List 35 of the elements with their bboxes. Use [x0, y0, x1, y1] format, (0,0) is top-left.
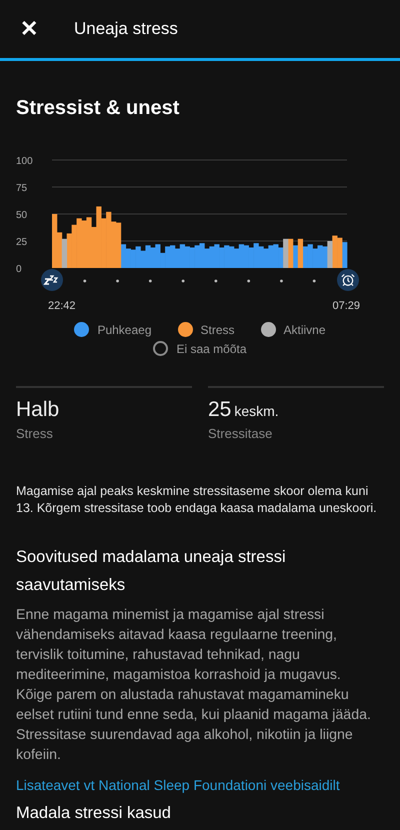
alarm-clock-icon — [342, 274, 354, 286]
website-link[interactable]: Lisateavet vt National Sleep Foundationi veebisaidilt — [16, 777, 384, 793]
timeline-dot — [148, 280, 152, 282]
stat-value: Halb — [16, 398, 60, 422]
timeline-dot — [182, 280, 184, 282]
legend-label: Aktiivne — [284, 322, 326, 336]
section-title: Stressist & unest — [16, 97, 180, 120]
end-time: 07:29 — [332, 300, 360, 312]
stat-label: Stress — [16, 426, 54, 441]
timeline-dot — [312, 280, 316, 282]
timeline-dot — [83, 280, 86, 282]
y-axis-label: 50 — [16, 210, 28, 221]
start-time: 22:42 — [48, 300, 76, 312]
stat-value: 25 — [208, 398, 232, 422]
benefits-title: Madala stressi kasud — [16, 803, 172, 823]
timeline-dot — [116, 280, 119, 282]
y-axis-label: 100 — [16, 156, 33, 167]
info-text: Magamise ajal peaks keskmine stressitaseme skoor olema kuni 13. Kõrgem stressitase toob endaga kaasa madalama uneskoori. — [16, 483, 378, 517]
legend-label: Ei saa mõõta — [176, 342, 247, 356]
screen-title: Uneaja stress — [74, 19, 178, 39]
timeline-dot — [214, 280, 218, 282]
stat-label: Stressitase — [208, 426, 274, 441]
tips-text: Enne magama minemist ja magamise ajal stressi vähendamiseks aitavad kaasa regulaarne treening, tervislik toitumine, rahustavad tehnikad, nagu mediteerimine, magamistoa korrashoid ja mugavus. Kõige parem on alustada rahustavat magamamineku eelset rutiini tund enne seda, kui plaanid magama jääda. Stressitase suurendavad aga alkohol, nikotiin ja liigne kofeiin. — [16, 606, 372, 765]
legend-label: Stress — [200, 322, 235, 336]
timeline-dot — [247, 280, 250, 282]
y-axis-label: 0 — [16, 264, 22, 275]
sleep-icon — [41, 269, 63, 291]
stat-unit: keskm. — [234, 403, 279, 419]
tips-title: Soovitused madalama uneaja stressi saavutamiseks — [16, 547, 287, 596]
close-button[interactable]: ✕ — [20, 16, 38, 42]
timeline-dot — [280, 280, 283, 282]
alarm-icon-background — [337, 269, 359, 291]
y-axis-label: 25 — [16, 237, 28, 248]
legend-label: Puhkeaeg — [97, 322, 152, 336]
y-axis-label: 75 — [16, 183, 28, 194]
